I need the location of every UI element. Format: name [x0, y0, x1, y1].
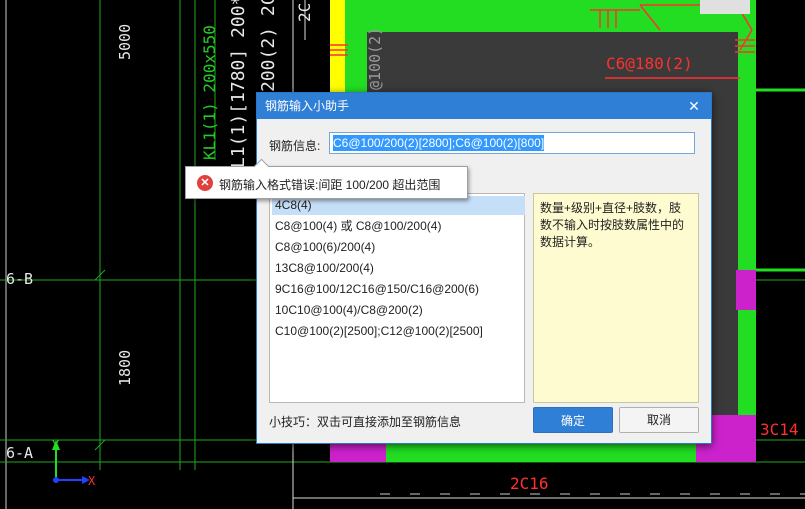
list-item[interactable]: C8@100(4) 或 C8@100/200(4) — [275, 217, 441, 236]
list-item[interactable]: C8@100(6)/200(4) — [275, 238, 375, 257]
rebar-input-dialog: 钢筋输入小助手 ✕ 钢筋信息: C6@100/200(2)[2800];C6@1… — [256, 92, 712, 444]
beam-label-l1: L1(1)[1780] 200*500 — [228, 0, 249, 168]
top-label-2c: 2C — [295, 2, 314, 22]
error-icon: ✕ — [197, 175, 213, 191]
rebar-info-input[interactable]: C6@100/200(2)[2800];C6@100(2)[800] — [329, 132, 695, 154]
error-tooltip: ✕ 钢筋输入格式错误:间距 100/200 超出范围 — [185, 158, 468, 199]
list-item[interactable]: 10C10@100(4)/C8@200(2) — [275, 301, 423, 320]
ok-button[interactable]: 确定 — [533, 407, 613, 433]
axis-label-6b: 6-B — [6, 270, 34, 288]
dimension-5000: 5000 — [116, 23, 134, 60]
dimension-1800: 1800 — [116, 349, 134, 386]
list-item[interactable]: 9C16@100/12C16@150/C16@200(6) — [275, 280, 479, 299]
example-list[interactable]: 4C8(4) C8@100(4) 或 C8@100/200(4) C8@100(… — [269, 193, 525, 403]
dialog-titlebar[interactable]: 钢筋输入小助手 ✕ — [257, 93, 711, 119]
ucs-y-label: Y — [52, 438, 60, 452]
rebar-info-label: 钢筋信息: — [269, 139, 321, 153]
tip-text: 小技巧：双击可直接添加至钢筋信息 — [269, 415, 462, 429]
list-item[interactable]: C10@100(2)[2500];C12@100(2)[2500] — [275, 322, 483, 341]
hint-panel: 数量+级别+直径+肢数，肢数不输入时按肢数属性中的数据计算。 — [533, 193, 699, 403]
beam-label-kl1: KL1(1) 200x550 — [200, 25, 219, 160]
axis-label-6a: 6-A — [6, 444, 34, 462]
ucs-x-label: X — [88, 474, 96, 488]
beam-label-2c: 200(2) 2C — [258, 0, 279, 92]
wall-label-3c14: 3C14 — [760, 420, 799, 439]
slab-label: @100(2) — [366, 26, 384, 90]
beam-label-2c16: 2C16 — [510, 474, 549, 493]
dialog-title: 钢筋输入小助手 — [265, 99, 350, 113]
stirrup-label: C6@180(2) — [606, 54, 693, 73]
error-message: 钢筋输入格式错误:间距 100/200 超出范围 — [219, 178, 441, 192]
list-item[interactable]: 13C8@100/200(4) — [275, 259, 374, 278]
rebar-info-value: C6@100/200(2)[2800];C6@100(2)[800] — [333, 135, 545, 151]
cancel-button[interactable]: 取消 — [619, 407, 699, 433]
close-icon[interactable]: ✕ — [685, 93, 703, 119]
